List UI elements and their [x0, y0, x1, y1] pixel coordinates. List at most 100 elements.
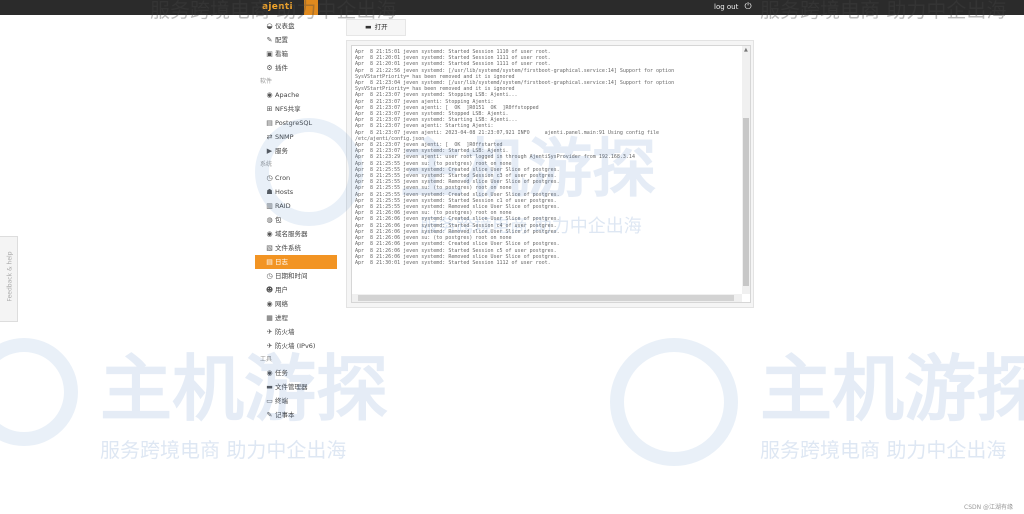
hosts-icon: ☗	[266, 188, 273, 196]
database-icon: ▤	[266, 119, 273, 127]
log-content: Apr 8 21:15:01 jeven systemd: Started Se…	[355, 49, 740, 266]
sidebar-item-process[interactable]: ▦ 进程	[258, 311, 338, 325]
sidebar-item-filesystem[interactable]: ▧ 文件系统	[258, 241, 338, 255]
sidebar-item-label: RAID	[275, 202, 291, 210]
sidebar-item-snmp[interactable]: ⇄ SNMP	[258, 130, 338, 144]
brand-badge	[304, 0, 318, 15]
sidebar-item-notepad[interactable]: ✎ 记事本	[258, 408, 338, 422]
sidebar-item-label: Hosts	[275, 188, 294, 196]
sidebar-section-software: 软件	[260, 78, 273, 85]
clock-icon: ◷	[266, 272, 273, 280]
sidebar-item-domain[interactable]: ◉ 域名服务器	[258, 227, 338, 241]
sidebar-item-clock[interactable]: ◷ 日期和时间	[258, 269, 338, 283]
sidebar-item-label: Apache	[275, 91, 300, 99]
sidebar-item-hosts[interactable]: ☗ Hosts	[258, 185, 338, 199]
notepad-icon: ✎	[266, 411, 273, 419]
snmp-icon: ⇄	[266, 133, 273, 141]
domain-icon: ◉	[266, 230, 273, 238]
sidebar-item-label: 任务	[275, 369, 288, 377]
watermark-brand: 主机游探	[100, 347, 389, 431]
watermark-logo-icon	[0, 338, 78, 446]
sidebar-item-label: 防火墙	[275, 328, 295, 336]
apache-icon: ◉	[266, 91, 273, 99]
plugins-icon: ⚙	[266, 64, 273, 72]
wrench-icon: ✎	[266, 36, 273, 44]
sidebar-item-user-group[interactable]: ☻ 用户	[258, 283, 338, 297]
sidebar-item-label: 记事本	[275, 411, 295, 419]
vertical-scrollbar[interactable]: ▲	[742, 46, 750, 294]
sidebar-item-label: 域名服务器	[275, 230, 308, 238]
sidebar-item-services[interactable]: ▶ 服务	[258, 144, 338, 158]
sidebar-item-label: 看箱	[275, 50, 288, 58]
process-icon: ▦	[266, 314, 273, 322]
power-icon[interactable]: ⏻	[742, 1, 754, 13]
open-button[interactable]: ▬ 打开	[346, 19, 406, 36]
sidebar-item-label: 配置	[275, 36, 288, 44]
horizontal-scrollbar[interactable]	[352, 294, 742, 302]
sidebar-item-nfs[interactable]: ⊞ NFS共享	[258, 102, 338, 116]
cron-icon: ◷	[266, 174, 273, 182]
firewall-icon: ✈	[266, 328, 273, 336]
open-button-label: 打开	[374, 23, 388, 31]
horizontal-scroll-thumb[interactable]	[358, 295, 734, 301]
scroll-up-icon[interactable]: ▲	[744, 47, 748, 53]
sidebar-item-dashboard[interactable]: ◒ 仪表盘	[258, 19, 338, 33]
sidebar-item-firewall-ipv6[interactable]: ✈ 防火墙 (IPv6)	[258, 339, 338, 353]
sidebar-item-apache[interactable]: ◉ Apache	[258, 88, 338, 102]
sidebar-item-label: 用户	[275, 286, 288, 294]
sidebar-item-label: 日志	[275, 258, 288, 266]
network-icon: ◉	[266, 300, 273, 308]
credit-text: CSDN @江湖有缘	[964, 504, 1014, 511]
sidebar-item-log[interactable]: ▤ 日志	[255, 255, 337, 269]
sidebar-item-label: 日期和时间	[275, 272, 308, 280]
sidebar-item-wrench[interactable]: ✎ 配置	[258, 33, 338, 47]
log-icon: ▤	[266, 258, 273, 266]
filesystem-icon: ▧	[266, 244, 273, 252]
log-panel: Apr 8 21:15:01 jeven systemd: Started Se…	[346, 40, 754, 308]
sidebar-item-tasks[interactable]: ◉ 任务	[258, 366, 338, 380]
sidebar-item-label: 仪表盘	[275, 22, 295, 30]
sidebar-item-label: NFS共享	[275, 105, 301, 113]
sidebar-item-label: Cron	[275, 174, 291, 182]
sidebar-section-tools: 工具	[260, 356, 273, 363]
sidebar: ◒ 仪表盘 ✎ 配置 ▣ 看箱 ⚙ 插件 软件 ◉ Apache ⊞ NFS共享 ▤ PostgreSQ…	[255, 19, 338, 422]
user-group-icon: ☻	[265, 286, 274, 294]
users-lock-icon: ◍	[266, 216, 273, 224]
sidebar-item-label: 插件	[275, 64, 288, 72]
sidebar-item-cron[interactable]: ◷ Cron	[258, 171, 338, 185]
dashboard-icon: ◒	[266, 22, 273, 30]
feedback-tab[interactable]: Feedback & help	[0, 236, 18, 322]
sidebar-item-network[interactable]: ◉ 网络	[258, 297, 338, 311]
tasks-icon: ◉	[266, 369, 273, 377]
raid-icon: ▥	[266, 202, 273, 210]
nfs-icon: ⊞	[266, 105, 273, 113]
package-icon: ▣	[266, 50, 273, 58]
sidebar-item-firewall[interactable]: ✈ 防火墙	[258, 325, 338, 339]
sidebar-item-users-lock[interactable]: ◍ 包	[258, 213, 338, 227]
sidebar-item-database[interactable]: ▤ PostgreSQL	[258, 116, 338, 130]
watermark-logo-icon	[610, 338, 738, 466]
terminal-icon: ▭	[266, 397, 273, 405]
watermark-slogan: 服务跨境电商 助力中企出海	[100, 438, 347, 462]
log-viewer[interactable]: Apr 8 21:15:01 jeven systemd: Started Se…	[351, 45, 751, 303]
sidebar-section-system: 系统	[260, 161, 273, 168]
vertical-scroll-thumb[interactable]	[743, 118, 749, 286]
sidebar-item-label: 网络	[275, 300, 288, 308]
firewall-ipv6-icon: ✈	[266, 342, 273, 350]
sidebar-item-label: 进程	[275, 314, 288, 322]
log-line: Apr 8 21:30:01 jeven systemd: Started Se…	[355, 259, 551, 266]
file-manager-icon: ▬	[266, 383, 273, 391]
sidebar-item-label: 包	[275, 216, 282, 224]
logout-link[interactable]: log out	[714, 0, 738, 15]
sidebar-item-raid[interactable]: ▥ RAID	[258, 199, 338, 213]
sidebar-item-label: 终端	[275, 397, 288, 405]
sidebar-item-plugins[interactable]: ⚙ 插件	[258, 61, 338, 75]
sidebar-item-file-manager[interactable]: ▬ 文件管理器	[258, 380, 338, 394]
sidebar-item-label: 文件系统	[275, 244, 301, 252]
sidebar-item-terminal[interactable]: ▭ 终端	[258, 394, 338, 408]
services-icon: ▶	[266, 147, 273, 155]
sidebar-item-label: 防火墙 (IPv6)	[275, 342, 316, 350]
sidebar-item-package[interactable]: ▣ 看箱	[258, 47, 338, 61]
sidebar-item-label: 服务	[275, 147, 288, 155]
sidebar-item-label: SNMP	[275, 133, 294, 141]
